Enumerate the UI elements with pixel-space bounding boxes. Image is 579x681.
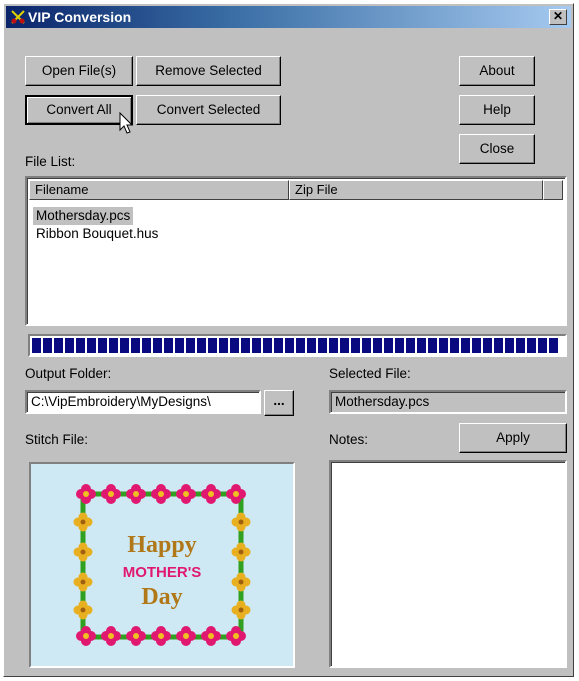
progress-block [516,338,525,353]
notes-label: Notes: [329,432,369,447]
progress-block [87,338,96,353]
close-button[interactable]: Close [459,134,535,164]
progress-block [505,338,514,353]
title-bar[interactable]: VIP Conversion ✕ [6,6,571,28]
progress-block [549,338,558,353]
progress-block [307,338,316,353]
progress-block [241,338,250,353]
progress-block [186,338,195,353]
open-files-button[interactable]: Open File(s) [25,56,133,86]
progress-block [274,338,283,353]
progress-block [329,338,338,353]
progress-block [351,338,360,353]
embroidery-design-image: Happy MOTHER'S Day [73,484,251,646]
progress-block [417,338,426,353]
conversion-progress-bar [28,334,567,357]
progress-block [164,338,173,353]
stitch-preview: Happy MOTHER'S Day [29,462,295,668]
convert-selected-button[interactable]: Convert Selected [136,95,281,125]
progress-block [76,338,85,353]
progress-block [230,338,239,353]
progress-block [263,338,272,353]
notes-textarea[interactable] [329,460,567,668]
column-header-filler [543,180,563,200]
progress-block [450,338,459,353]
preview-word-day: Day [141,584,182,610]
vip-conversion-window: VIP Conversion ✕ Open File(s) Remove Sel… [3,3,574,677]
browse-folder-button[interactable]: ... [264,390,294,416]
progress-block [428,338,437,353]
window-title: VIP Conversion [28,9,132,25]
preview-word-happy: Happy [127,532,196,558]
preview-word-mothers: MOTHER'S [123,564,202,581]
progress-block [362,338,371,353]
progress-block [175,338,184,353]
remove-selected-button[interactable]: Remove Selected [136,56,281,86]
progress-block [32,338,41,353]
progress-block [472,338,481,353]
file-list-label: File List: [25,154,76,169]
progress-block [285,338,294,353]
progress-block [395,338,404,353]
progress-block [527,338,536,353]
close-window-button[interactable]: ✕ [549,9,567,25]
progress-block [296,338,305,353]
progress-block [43,338,52,353]
file-row-ribbon-bouquet[interactable]: Ribbon Bouquet.hus [33,225,161,243]
selected-file-field: Mothersday.pcs [329,390,567,414]
progress-block [483,338,492,353]
progress-block [439,338,448,353]
progress-block [98,338,107,353]
progress-block [340,338,349,353]
progress-block [373,338,382,353]
convert-all-button[interactable]: Convert All [25,95,133,125]
selected-file-label: Selected File: [329,366,411,381]
progress-block [252,338,261,353]
progress-block [54,338,63,353]
progress-block [219,338,228,353]
progress-block [65,338,74,353]
column-header-zip-file[interactable]: Zip File [289,180,543,200]
progress-block [406,338,415,353]
help-button[interactable]: Help [459,95,535,125]
progress-block [538,338,547,353]
progress-block [109,338,118,353]
progress-block [318,338,327,353]
output-folder-input[interactable]: C:\VipEmbroidery\MyDesigns\ [25,390,261,414]
progress-block [131,338,140,353]
mouse-pointer-icon [119,112,134,134]
progress-block [153,338,162,353]
app-icon [11,10,25,24]
stitch-file-label: Stitch File: [25,432,89,447]
progress-block [197,338,206,353]
apply-button[interactable]: Apply [459,423,567,453]
column-header-filename[interactable]: Filename [29,180,289,200]
progress-block [208,338,217,353]
progress-block [384,338,393,353]
progress-block [142,338,151,353]
file-row-mothersday[interactable]: Mothersday.pcs [33,207,134,225]
output-folder-label: Output Folder: [25,366,112,381]
progress-block [461,338,470,353]
about-button[interactable]: About [459,56,535,86]
progress-block [120,338,129,353]
progress-block [494,338,503,353]
file-list[interactable]: Filename Zip File Mothersday.pcs Ribbon … [25,176,567,326]
